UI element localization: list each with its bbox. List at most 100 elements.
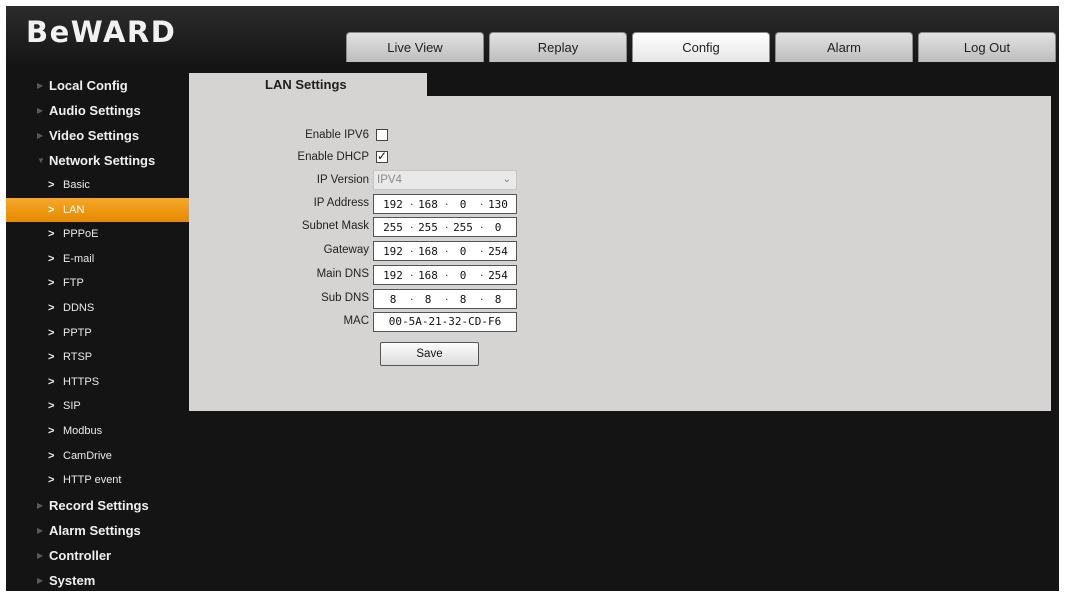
sidebar-item-audio-settings[interactable]: ▶ Audio Settings [6,98,189,123]
triangle-right-icon: ▶ [37,131,44,140]
tab-live-view[interactable]: Live View [346,32,484,62]
lan-settings-panel: Enable IPV6 Enable DHCP IP Version IPV4 … [189,96,1051,411]
main-dns-octet-3[interactable]: 0 [448,269,478,282]
ip-version-select[interactable]: IPV4 ⌄ [373,170,517,190]
ip-version-label: IP Version [316,174,369,186]
sidebar-subitem-label: Modbus [63,424,103,437]
mac-field[interactable]: 00-5A-21-32-CD-F6 [373,312,517,332]
sidebar-subitem-http-event[interactable]: > HTTP event [6,468,189,493]
sidebar-subitem-camdrive[interactable]: > CamDrive [6,444,189,469]
chevron-right-icon: > [48,228,55,241]
sidebar-subitem-rtsp[interactable]: > RTSP [6,345,189,370]
subnet-mask-input[interactable]: 255 . 255 . 255 . 0 [373,217,517,237]
sub-dns-octet-1[interactable]: 8 [378,293,408,306]
sub-dns-input[interactable]: 8 . 8 . 8 . 8 [373,289,517,309]
tab-config[interactable]: Config [632,32,770,62]
gateway-label: Gateway [323,244,369,256]
sidebar-item-label: Local Config [49,78,128,93]
save-button[interactable]: Save [380,342,479,366]
sub-dns-octet-3[interactable]: 8 [448,293,478,306]
sidebar-subitem-ddns[interactable]: > DDNS [6,296,189,321]
triangle-right-icon: ▶ [37,500,44,510]
sidebar-item-system[interactable]: ▶ System [6,568,189,591]
ip-octet-2[interactable]: 168 [413,198,443,211]
sidebar-subitem-label: PPTP [63,326,92,339]
chevron-right-icon: > [48,252,55,265]
sidebar-subitem-https[interactable]: > HTTPS [6,370,189,395]
sidebar-item-controller[interactable]: ▶ Controller [6,543,189,568]
sidebar-item-label: System [49,572,96,588]
sidebar-subitem-label: FTP [63,277,84,290]
gateway-input[interactable]: 192 . 168 . 0 . 254 [373,241,517,261]
mask-octet-2[interactable]: 255 [413,221,443,234]
triangle-right-icon: ▶ [37,106,44,115]
ip-octet-4[interactable]: 130 [483,198,513,211]
sidebar-subitem-ftp[interactable]: > FTP [6,271,189,296]
tab-log-out[interactable]: Log Out [918,32,1056,62]
sidebar-item-label: Network Settings [49,153,156,168]
gateway-octet-3[interactable]: 0 [448,245,478,258]
ip-octet-1[interactable]: 192 [378,198,408,211]
enable-ipv6-checkbox[interactable] [376,129,388,141]
sidebar-item-label: Alarm Settings [49,522,141,538]
main-dns-octet-1[interactable]: 192 [378,269,408,282]
sidebar-subitem-label: HTTPS [63,375,100,388]
header-bar: BeWARD Live View Replay Config Alarm Log… [6,6,1059,64]
ip-octet-3[interactable]: 0 [448,198,478,211]
sidebar-subitem-modbus[interactable]: > Modbus [6,419,189,444]
sidebar-subitem-label: LAN [63,203,85,216]
sidebar-subitem-label: E-mail [63,252,95,265]
sidebar-item-local-config[interactable]: ▶ Local Config [6,73,189,98]
tab-replay[interactable]: Replay [489,32,627,62]
sidebar-subitem-email[interactable]: > E-mail [6,247,189,272]
sidebar-item-network-settings[interactable]: ▼ Network Settings [6,148,189,173]
triangle-right-icon: ▶ [37,575,44,585]
sidebar-item-video-settings[interactable]: ▶ Video Settings [6,123,189,148]
sidebar-item-label: Record Settings [49,497,149,513]
triangle-right-icon: ▶ [37,81,44,90]
ip-version-value: IPV4 [377,174,402,186]
ip-address-input[interactable]: 192 . 168 . 0 . 130 [373,194,517,214]
chevron-right-icon: > [48,301,55,314]
main-dns-octet-4[interactable]: 254 [483,269,513,282]
gateway-octet-2[interactable]: 168 [413,245,443,258]
chevron-right-icon: > [48,400,55,413]
sidebar-subitem-basic[interactable]: > Basic [6,173,189,198]
lan-settings-title: LAN Settings [265,77,347,92]
sub-dns-octet-4[interactable]: 8 [483,293,513,306]
lan-settings-tab[interactable]: LAN Settings [189,73,427,97]
app-window: BeWARD Live View Replay Config Alarm Log… [6,6,1059,591]
chevron-right-icon: > [48,277,55,290]
sub-dns-octet-2[interactable]: 8 [413,293,443,306]
chevron-right-icon: > [48,203,55,216]
chevron-right-icon: > [48,424,55,437]
gateway-octet-4[interactable]: 254 [483,245,513,258]
tab-alarm[interactable]: Alarm [775,32,913,62]
sidebar-subitem-label: DDNS [63,301,95,314]
triangle-right-icon: ▶ [37,525,44,535]
sidebar-item-label: Audio Settings [49,103,141,118]
enable-dhcp-checkbox[interactable] [376,149,388,163]
mask-octet-1[interactable]: 255 [378,221,408,234]
sidebar-item-alarm-settings[interactable]: ▶ Alarm Settings [6,518,189,543]
sidebar-subitem-label: PPPoE [63,228,99,241]
sub-dns-label: Sub DNS [321,292,369,304]
main-dns-label: Main DNS [316,268,369,280]
sidebar-subitem-pptp[interactable]: > PPTP [6,321,189,346]
sidebar-subitem-lan[interactable]: > LAN [6,197,189,223]
mask-octet-3[interactable]: 255 [448,221,478,234]
sidebar-item-record-settings[interactable]: ▶ Record Settings [6,493,189,518]
sidebar-subitem-label: HTTP event [63,474,122,487]
mask-octet-4[interactable]: 0 [483,221,513,234]
main-dns-input[interactable]: 192 . 168 . 0 . 254 [373,265,517,285]
chevron-right-icon: > [48,375,55,388]
ip-address-label: IP Address [313,197,369,209]
sidebar-subitem-label: Basic [63,179,90,191]
main-dns-octet-2[interactable]: 168 [413,269,443,282]
sidebar-subitem-label: CamDrive [63,449,112,462]
sidebar-subitem-sip[interactable]: > SIP [6,394,189,419]
gateway-octet-1[interactable]: 192 [378,245,408,258]
chevron-right-icon: > [48,449,55,462]
sidebar-subitem-pppoe[interactable]: > PPPoE [6,222,189,247]
enable-ipv6-label: Enable IPV6 [305,129,369,141]
